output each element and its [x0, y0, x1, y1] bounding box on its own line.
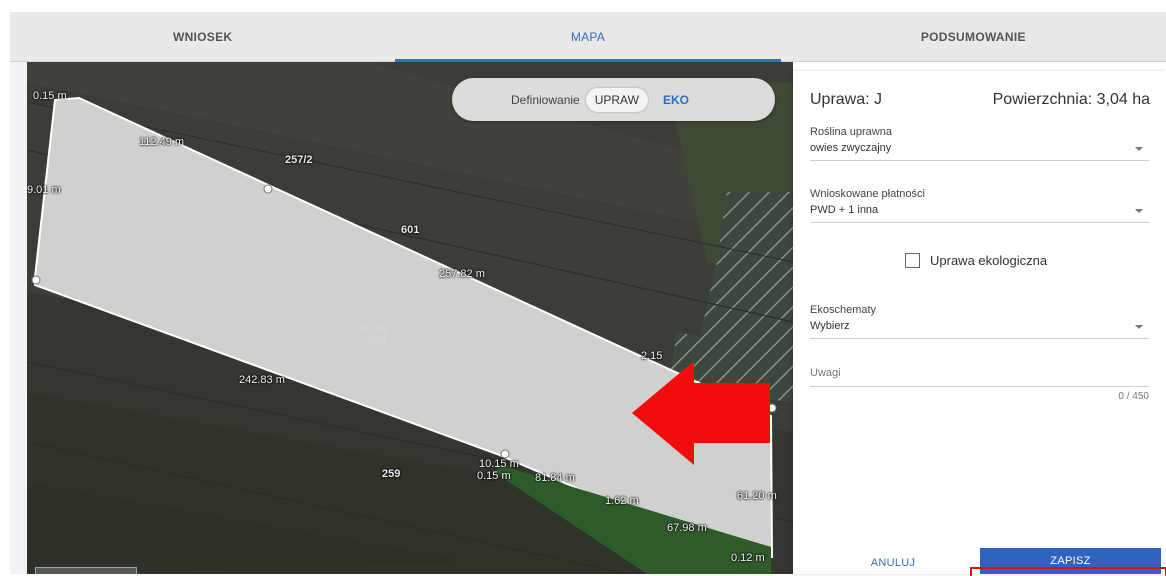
map-area-label: 3.04 ha	[353, 324, 387, 335]
ecoschemes-select-label: Ekoschematy	[810, 304, 877, 316]
map-label: 0.15 m	[33, 90, 67, 102]
map-label: 10.15 m	[479, 458, 519, 470]
tab-bar: WNIOSEK MAPA PODSUMOWANIE	[10, 12, 1166, 62]
tab-podsumowanie-label: PODSUMOWANIE	[920, 29, 1026, 44]
area-value: Powierzchnia: 3,04 ha	[992, 91, 1150, 108]
chevron-down-icon	[1135, 209, 1143, 213]
red-arrow-icon	[632, 361, 770, 465]
tab-podsumowanie[interactable]: PODSUMOWANIE	[781, 12, 1166, 61]
map-label: 81.84 m	[535, 472, 575, 484]
crop-select-value: owies zwyczajny	[810, 142, 892, 154]
crop-select-label: Roślina uprawna	[810, 126, 892, 138]
organic-checkbox-row[interactable]: Uprawa ekologiczna	[905, 253, 1047, 268]
map-parcel-number: 257/2	[285, 154, 313, 166]
map-view[interactable]: 0.15 m 112.49 m 257/2 9.01 m 601 257.82 …	[27, 62, 793, 574]
tab-wniosek[interactable]: WNIOSEK	[10, 12, 395, 61]
tab-wniosek-label: WNIOSEK	[172, 29, 233, 44]
payments-select-label: Wnioskowane płatności	[810, 188, 925, 200]
chevron-down-icon	[1135, 325, 1143, 329]
map-label: 61.20 m	[737, 490, 777, 502]
define-mode-label: Definiowanie	[511, 92, 580, 107]
map-label: 112.49 m	[139, 136, 185, 148]
notes-char-counter: 0 / 450	[1118, 391, 1149, 402]
payments-select[interactable]: Wnioskowane płatności PWD + 1 inna	[810, 188, 1149, 223]
ecoschemes-select-value: Wybierz	[810, 320, 850, 332]
map-parcel-number: 601	[401, 224, 420, 236]
organic-checkbox[interactable]	[905, 253, 920, 268]
map-label: 67.98 m	[667, 522, 707, 534]
organic-checkbox-label: Uprawa ekologiczna	[930, 253, 1048, 268]
crop-select[interactable]: Roślina uprawna owies zwyczajny	[810, 126, 1149, 161]
tab-mapa-label: MAPA	[570, 29, 606, 44]
left-strip	[10, 62, 28, 574]
chevron-down-icon	[1135, 147, 1143, 151]
map-label: 0.12 m	[731, 552, 765, 564]
define-mode-toggle: Definiowanie UPRAW EKO	[452, 78, 775, 121]
map-label: 9.01 m	[27, 184, 61, 196]
toggle-option-upraw[interactable]: UPRAW	[585, 87, 648, 112]
map-label: 257.82 m	[439, 268, 485, 280]
ecoschemes-select[interactable]: Ekoschematy Wybierz	[810, 304, 1149, 339]
map-parcel-number: 259	[382, 468, 401, 480]
notes-field-label: Uwagi	[810, 367, 841, 379]
map-label: 1.62 m	[605, 495, 639, 507]
crop-title: Uprawa: J	[810, 91, 883, 108]
crop-edit-panel: Uprawa: J Powierzchnia: 3,04 ha Roślina …	[793, 71, 1166, 574]
tab-mapa[interactable]: MAPA	[395, 12, 781, 62]
map-label: 0.15 m	[477, 470, 511, 482]
save-highlight-outline	[970, 567, 1166, 576]
map-parcel-number: 258	[369, 336, 386, 347]
toggle-option-eko[interactable]: EKO	[654, 88, 698, 112]
cancel-button[interactable]: ANULUJ	[848, 557, 938, 574]
notes-field[interactable]: Uwagi	[810, 367, 1149, 387]
map-label: 242.83 m	[239, 374, 285, 386]
map-scale-bar	[35, 567, 137, 574]
payments-select-value: PWD + 1 inna	[810, 204, 879, 216]
panel-header: Uprawa: J Powierzchnia: 3,04 ha	[810, 91, 1150, 109]
